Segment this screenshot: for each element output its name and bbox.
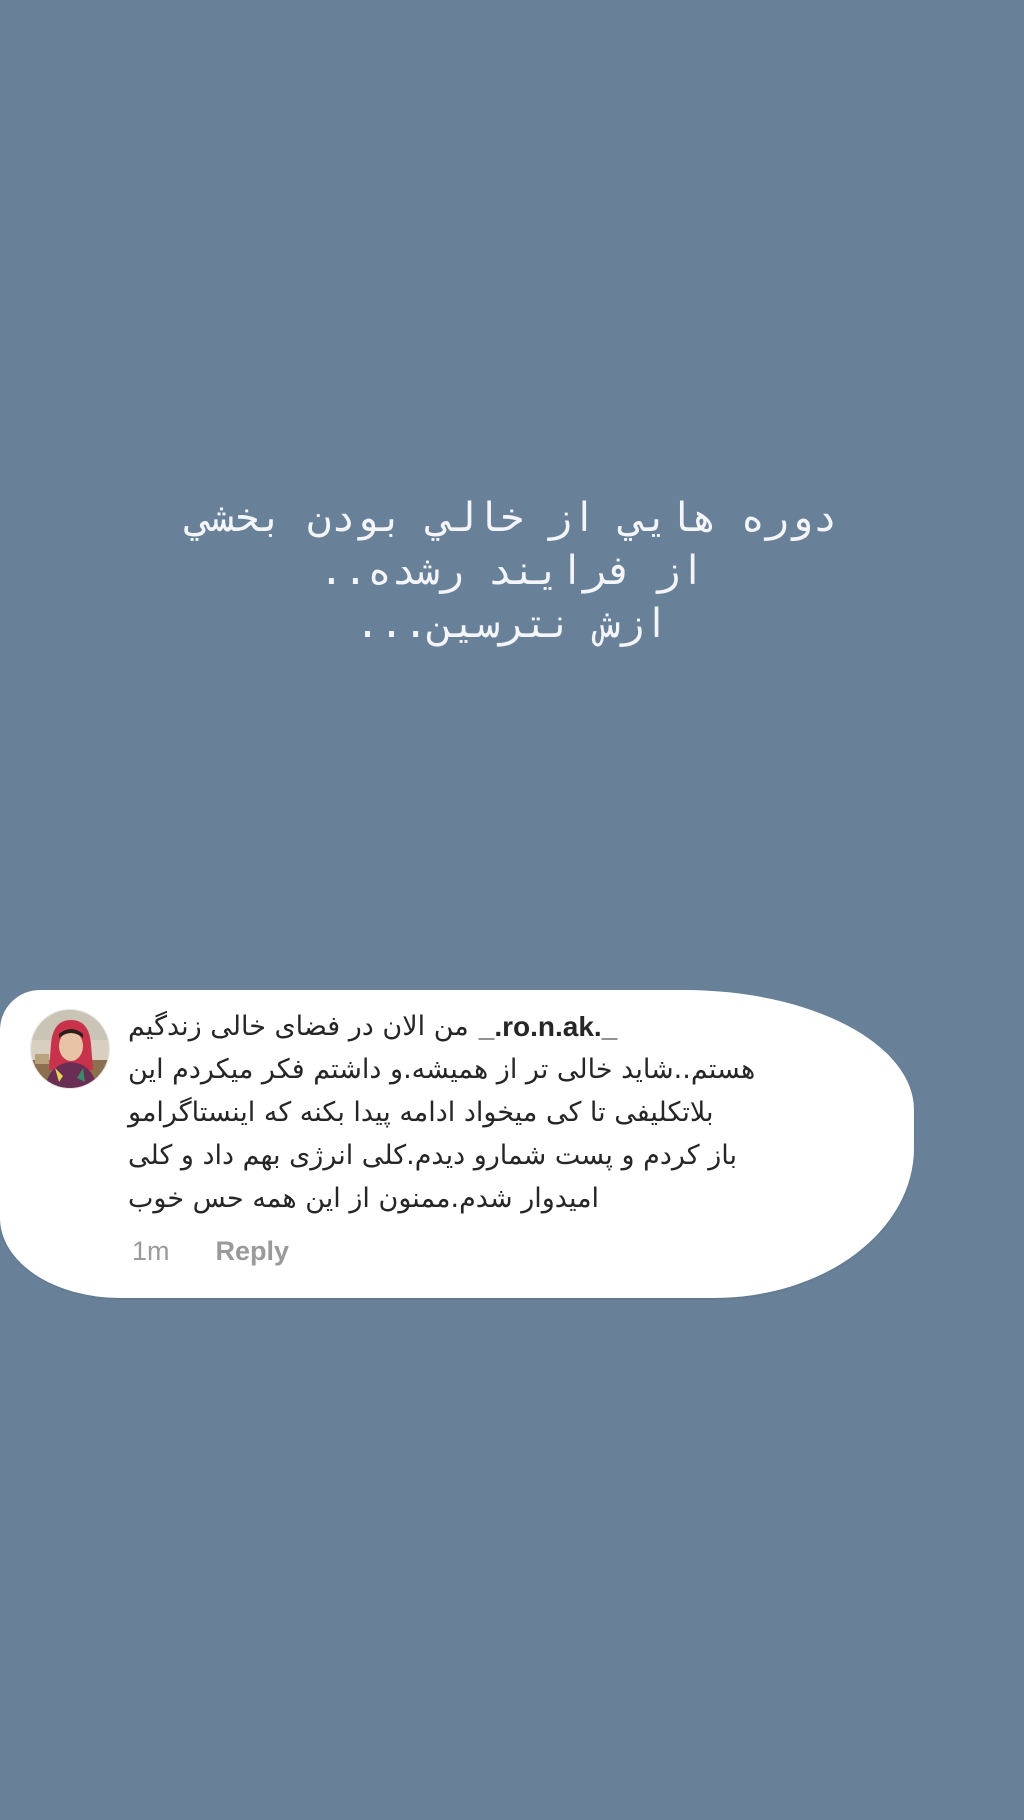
caption-line: ازش نترسين...: [355, 601, 669, 647]
comment-first-line: _.ro.n.ak._ من الان در فضای خالی زندگیم: [128, 1005, 888, 1048]
comment-text-line: باز کردم و پست شمارو دیدم.کلی انرژی بهم …: [128, 1140, 737, 1171]
comment-text-line: بلاتکلیفی تا کی میخواد ادامه پیدا بکنه ک…: [128, 1097, 714, 1128]
comment-username[interactable]: _.ro.n.ak._: [479, 1005, 618, 1048]
comment-meta: 1m Reply: [132, 1236, 289, 1267]
comment-text-line: هستم..شاید خالی تر از همیشه.و داشتم فکر …: [128, 1054, 756, 1085]
comment-text-line: امیدوار شدم.ممنون از این همه حس خوب: [128, 1183, 600, 1214]
comment-text-line: من الان در فضای خالی زندگیم: [128, 1011, 469, 1042]
comment-body: _.ro.n.ak._ من الان در فضای خالی زندگیم …: [128, 1005, 888, 1220]
caption-line: دوره هايي از خالي بودن بخشي: [186, 495, 838, 541]
avatar-image: [31, 1010, 109, 1088]
avatar[interactable]: [30, 1009, 110, 1089]
comment-timestamp: 1m: [132, 1236, 170, 1266]
reply-button[interactable]: Reply: [216, 1236, 290, 1267]
story-caption: دوره هايي از خالي بودن بخشي از فرايند رش…: [40, 492, 984, 651]
caption-line: از فرايند رشده..: [319, 548, 705, 594]
